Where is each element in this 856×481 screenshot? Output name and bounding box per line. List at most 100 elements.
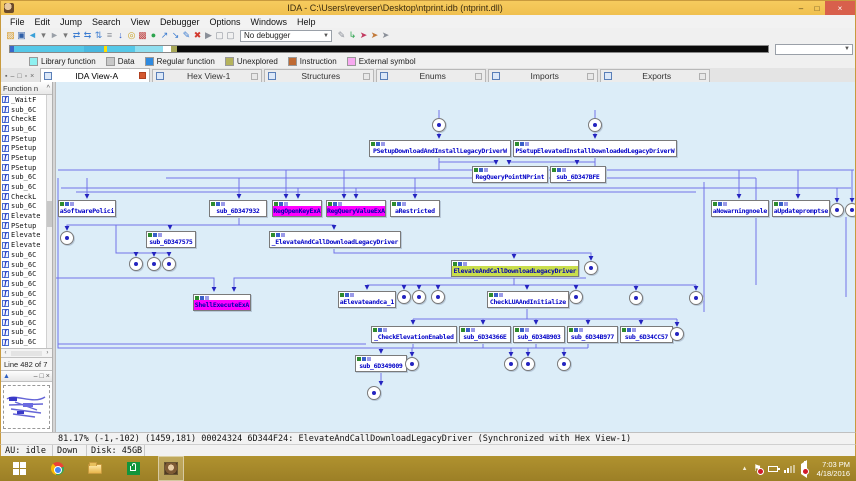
graph-entry-circle[interactable] bbox=[557, 357, 571, 371]
graph-entry-circle[interactable] bbox=[588, 118, 602, 132]
menu-item[interactable]: File bbox=[5, 17, 30, 27]
function-list-item[interactable]: f sub_6C bbox=[1, 173, 46, 183]
graph-node[interactable]: RegQueryValueExA bbox=[326, 200, 386, 217]
function-list-item[interactable]: f _WaitF bbox=[1, 95, 46, 105]
tab-ida-view-a[interactable]: IDA View-A bbox=[40, 68, 150, 82]
minimize-button[interactable]: – bbox=[793, 1, 809, 15]
menu-item[interactable]: Help bbox=[292, 17, 321, 27]
function-list-item[interactable]: f sub_6C bbox=[1, 182, 46, 192]
functions-horizontal-scrollbar[interactable]: ‹ › bbox=[1, 348, 52, 357]
menu-item[interactable]: View bbox=[126, 17, 155, 27]
function-list-item[interactable]: f sub_6C bbox=[1, 269, 46, 279]
graph-node[interactable]: sub_6D349009 bbox=[355, 355, 407, 372]
graph-entry-circle[interactable] bbox=[405, 357, 419, 371]
graph-node[interactable]: aSoftwarePolici bbox=[58, 200, 116, 217]
tab-close-icon[interactable] bbox=[251, 73, 258, 80]
graph-entry-circle[interactable] bbox=[569, 290, 583, 304]
navigation-band[interactable] bbox=[9, 45, 769, 53]
graph-node[interactable]: aNowarningnoele bbox=[711, 200, 769, 217]
volume-icon[interactable] bbox=[801, 464, 807, 474]
panel-restore-icon[interactable]: □ bbox=[17, 73, 21, 80]
function-list-item[interactable]: f Elevate bbox=[1, 211, 46, 221]
debug-pause-icon[interactable]: ▢ bbox=[214, 29, 225, 42]
debugger-options-icon[interactable]: ✎ bbox=[336, 29, 347, 42]
maximize-button[interactable]: □ bbox=[809, 1, 825, 15]
function-list-item[interactable]: f sub_6C bbox=[1, 124, 46, 134]
graph-entry-circle[interactable] bbox=[670, 327, 684, 341]
tab-structures[interactable]: Structures bbox=[264, 69, 374, 82]
hidden-icons-chevron[interactable]: ▲ bbox=[742, 466, 748, 472]
back-icon[interactable]: ◄ bbox=[27, 29, 38, 42]
tab-close-icon[interactable] bbox=[363, 73, 370, 80]
back-dropdown-icon[interactable]: ▾ bbox=[38, 29, 49, 42]
colors-icon[interactable]: ▩ bbox=[137, 29, 148, 42]
tab-close-icon[interactable] bbox=[587, 73, 594, 80]
tab-close-icon[interactable] bbox=[139, 72, 146, 79]
forward-icon[interactable]: ► bbox=[49, 29, 60, 42]
function-list-item[interactable]: f PSetup bbox=[1, 221, 46, 231]
graph-node[interactable]: PSetupElevatedInstallDownloadedLegacyDri… bbox=[513, 140, 677, 157]
panel-close-icon[interactable]: × bbox=[30, 73, 34, 80]
function-list-item[interactable]: f sub_6C bbox=[1, 289, 46, 299]
attach-icon[interactable]: ➤ bbox=[369, 29, 380, 42]
function-list-item[interactable]: f sub_6C bbox=[1, 202, 46, 212]
tab-enums[interactable]: Enums bbox=[376, 69, 486, 82]
function-list-item[interactable]: f sub_6C bbox=[1, 250, 46, 260]
jump-address-icon[interactable]: ⇅ bbox=[93, 29, 104, 42]
function-list-item[interactable]: f Elevate bbox=[1, 231, 46, 241]
graph-entry-circle[interactable] bbox=[584, 261, 598, 275]
file-explorer-taskbar-icon[interactable] bbox=[76, 456, 114, 481]
graph-entry-circle[interactable] bbox=[60, 231, 74, 245]
menu-item[interactable]: Edit bbox=[30, 17, 56, 27]
graph-node[interactable]: sub_6D34CC57 bbox=[620, 326, 673, 343]
scroll-left-icon[interactable]: ‹ bbox=[1, 350, 10, 356]
chrome-taskbar-icon[interactable] bbox=[38, 456, 76, 481]
function-list-item[interactable]: f PSetup bbox=[1, 163, 46, 173]
graph-entry-circle[interactable] bbox=[162, 257, 176, 271]
graph-entry-circle[interactable] bbox=[147, 257, 161, 271]
function-list-item[interactable]: f sub_6C bbox=[1, 105, 46, 115]
xrefs-from-icon[interactable]: ⇆ bbox=[82, 29, 93, 42]
overview-close-icon[interactable]: × bbox=[46, 373, 50, 380]
graph-node[interactable]: ElevateAndCallDownloadLegacyDriver bbox=[451, 260, 579, 277]
function-list-item[interactable]: f sub_6C bbox=[1, 279, 46, 289]
tab-close-icon[interactable] bbox=[699, 73, 706, 80]
graph-node[interactable]: aRestricted bbox=[390, 200, 440, 217]
graph-node[interactable]: PSetupDownloadAndInstallLegacyDriverW bbox=[369, 140, 511, 157]
debug-stop-icon[interactable]: ▢ bbox=[225, 29, 236, 42]
menu-item[interactable]: Options bbox=[204, 17, 245, 27]
tab-imports[interactable]: Imports bbox=[488, 69, 598, 82]
graph-node[interactable]: _CheckElevationEnabled bbox=[371, 326, 457, 343]
function-list-item[interactable]: f sub_6C bbox=[1, 318, 46, 328]
graph-entry-circle[interactable] bbox=[129, 257, 143, 271]
clock[interactable]: 7:03 PM 4/18/2016 bbox=[813, 460, 850, 478]
debug-run-icon[interactable]: ▶ bbox=[203, 29, 214, 42]
graph-node[interactable]: sub_6D347BFE bbox=[550, 166, 606, 183]
function-list-item[interactable]: f PSetup bbox=[1, 153, 46, 163]
network-signal-icon[interactable] bbox=[784, 465, 795, 473]
step-into-icon[interactable]: ↳ bbox=[347, 29, 358, 42]
graph-entry-circle[interactable] bbox=[845, 203, 855, 217]
graph-node[interactable]: sub_6D34366E bbox=[459, 326, 511, 343]
graph-node[interactable]: RegQueryPointNPrint bbox=[472, 166, 548, 183]
overview-restore-icon[interactable]: □ bbox=[40, 373, 44, 380]
scroll-right-icon[interactable]: › bbox=[43, 350, 52, 356]
debugger-combo[interactable]: No debugger ▼ bbox=[240, 30, 332, 42]
save-icon[interactable]: ▣ bbox=[16, 29, 27, 42]
functions-vertical-scrollbar[interactable] bbox=[46, 95, 52, 348]
function-list-item[interactable]: f Elevate bbox=[1, 240, 46, 250]
graph-node[interactable]: aElevateandca_1 bbox=[338, 291, 396, 308]
scrollbar-track[interactable] bbox=[11, 351, 42, 356]
list-icon[interactable]: ≡ bbox=[104, 29, 115, 42]
graph-entry-circle[interactable] bbox=[432, 118, 446, 132]
cancel-icon[interactable]: ✖ bbox=[192, 29, 203, 42]
graph-entry-circle[interactable] bbox=[629, 291, 643, 305]
scrollbar-thumb[interactable] bbox=[47, 201, 52, 227]
graph-entry-circle[interactable] bbox=[521, 357, 535, 371]
function-list-item[interactable]: f sub_6C bbox=[1, 328, 46, 338]
graph-entry-circle[interactable] bbox=[431, 290, 445, 304]
jump-down-icon[interactable]: ↓ bbox=[115, 29, 126, 42]
graph-entry-circle[interactable] bbox=[412, 290, 426, 304]
search-icon[interactable]: ◎ bbox=[126, 29, 137, 42]
menu-item[interactable]: Search bbox=[87, 17, 126, 27]
